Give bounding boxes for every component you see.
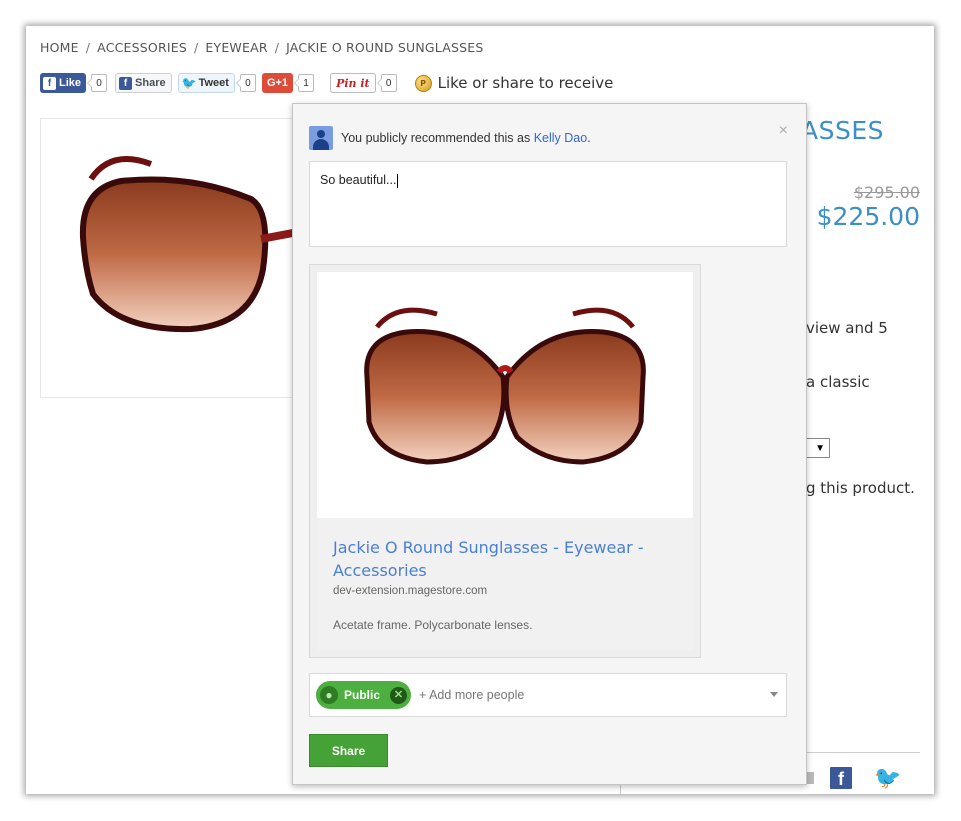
remove-chip-icon[interactable]: ✕ <box>390 686 408 704</box>
preview-domain: dev-extension.magestore.com <box>333 585 488 597</box>
facebook-share-button[interactable]: f Share <box>115 73 172 93</box>
breadcrumb: HOME / ACCESSORIES / EYEWEAR / JACKIE O ROUND … <box>40 40 483 55</box>
facebook-like-label: Like <box>59 77 82 89</box>
audience-chip-label: Public <box>344 688 381 702</box>
comment-input[interactable]: So beautiful... <box>309 161 787 247</box>
comment-text: So beautiful... <box>320 173 397 187</box>
tweet-button[interactable]: 🐦 Tweet <box>177 73 235 93</box>
facebook-icon[interactable]: f <box>830 767 852 789</box>
product-title: ASSES <box>801 116 885 145</box>
gplus-share-dialog: You publicly recommended this as Kelly D… <box>292 103 807 785</box>
reward-text: Like or share to receive <box>437 74 614 92</box>
audience-chip-public[interactable]: ● Public ✕ <box>316 681 412 709</box>
facebook-like-count: 0 <box>87 74 108 92</box>
product-image[interactable] <box>40 118 304 398</box>
facebook-icon: f <box>43 76 56 90</box>
text-caret <box>397 173 399 188</box>
special-price: $225.00 <box>816 202 920 231</box>
preview-description: Acetate frame. Polycarbonate lenses. <box>333 618 533 632</box>
recommended-text: You publicly recommended this as <box>341 131 531 145</box>
facebook-like-button[interactable]: f Like <box>40 73 87 93</box>
social-share-bar: f Like 0 f Share 🐦 Tweet 0 G+1 1 Pin it … <box>40 72 613 94</box>
product-summary-line: view and 5 <box>806 319 888 337</box>
globe-icon: ● <box>320 686 338 704</box>
twitter-icon: 🐦 <box>181 75 197 90</box>
link-preview-card: Jackie O Round Sunglasses - Eyewear - Ac… <box>309 264 701 658</box>
pinit-count: 0 <box>376 74 397 92</box>
breadcrumb-home[interactable]: HOME <box>40 40 79 55</box>
recommended-suffix: . <box>587 131 591 145</box>
add-people-input[interactable]: + Add more people <box>419 688 524 702</box>
gplus-button[interactable]: G+1 <box>261 73 294 93</box>
preview-image <box>317 272 693 518</box>
preview-title-link[interactable]: Jackie O Round Sunglasses - Eyewear - Ac… <box>333 536 673 582</box>
avatar-icon <box>309 126 333 150</box>
chevron-down-icon[interactable] <box>770 692 778 697</box>
pinit-label: Pin it <box>336 76 370 90</box>
reward-notice: P Like or share to receive <box>414 74 614 92</box>
facebook-icon: f <box>119 76 133 90</box>
breadcrumb-separator: / <box>274 40 280 55</box>
product-info: ASSES $295.00 $225.00 view and 5 a class… <box>786 26 934 794</box>
tweet-label: Tweet <box>198 77 229 89</box>
recommendation-notice: You publicly recommended this as Kelly D… <box>309 126 591 150</box>
breadcrumb-separator: / <box>85 40 91 55</box>
coin-icon: P <box>414 74 432 92</box>
product-description-line: a classic <box>806 373 870 391</box>
close-icon[interactable]: × <box>779 122 788 140</box>
breadcrumb-accessories[interactable]: ACCESSORIES <box>97 40 187 55</box>
old-price: $295.00 <box>853 183 920 202</box>
audience-selector[interactable]: ● Public ✕ + Add more people <box>309 673 787 717</box>
breadcrumb-eyewear[interactable]: EYEWEAR <box>205 40 267 55</box>
gplus-count: 1 <box>294 74 315 92</box>
share-button[interactable]: Share <box>309 734 388 767</box>
breadcrumb-current: JACKIE O ROUND SUNGLASSES <box>286 40 484 55</box>
twitter-icon[interactable]: 🐦 <box>874 765 901 791</box>
sunglasses-image <box>79 156 303 333</box>
user-name-link[interactable]: Kelly Dao <box>534 131 588 145</box>
pinit-button[interactable]: Pin it <box>330 73 376 93</box>
share-icons: f 🐦 <box>800 765 901 791</box>
tweet-count: 0 <box>235 74 256 92</box>
breadcrumb-separator: / <box>193 40 199 55</box>
gplus-label: G+1 <box>266 77 289 89</box>
facebook-share-label: Share <box>135 77 166 89</box>
divider <box>620 784 621 794</box>
browser-frame: HOME / ACCESSORIES / EYEWEAR / JACKIE O ROUND … <box>26 26 934 794</box>
option-select[interactable]: ▼ <box>804 438 830 458</box>
sunglasses-image <box>364 307 646 465</box>
product-note-line: g this product. <box>806 479 915 497</box>
